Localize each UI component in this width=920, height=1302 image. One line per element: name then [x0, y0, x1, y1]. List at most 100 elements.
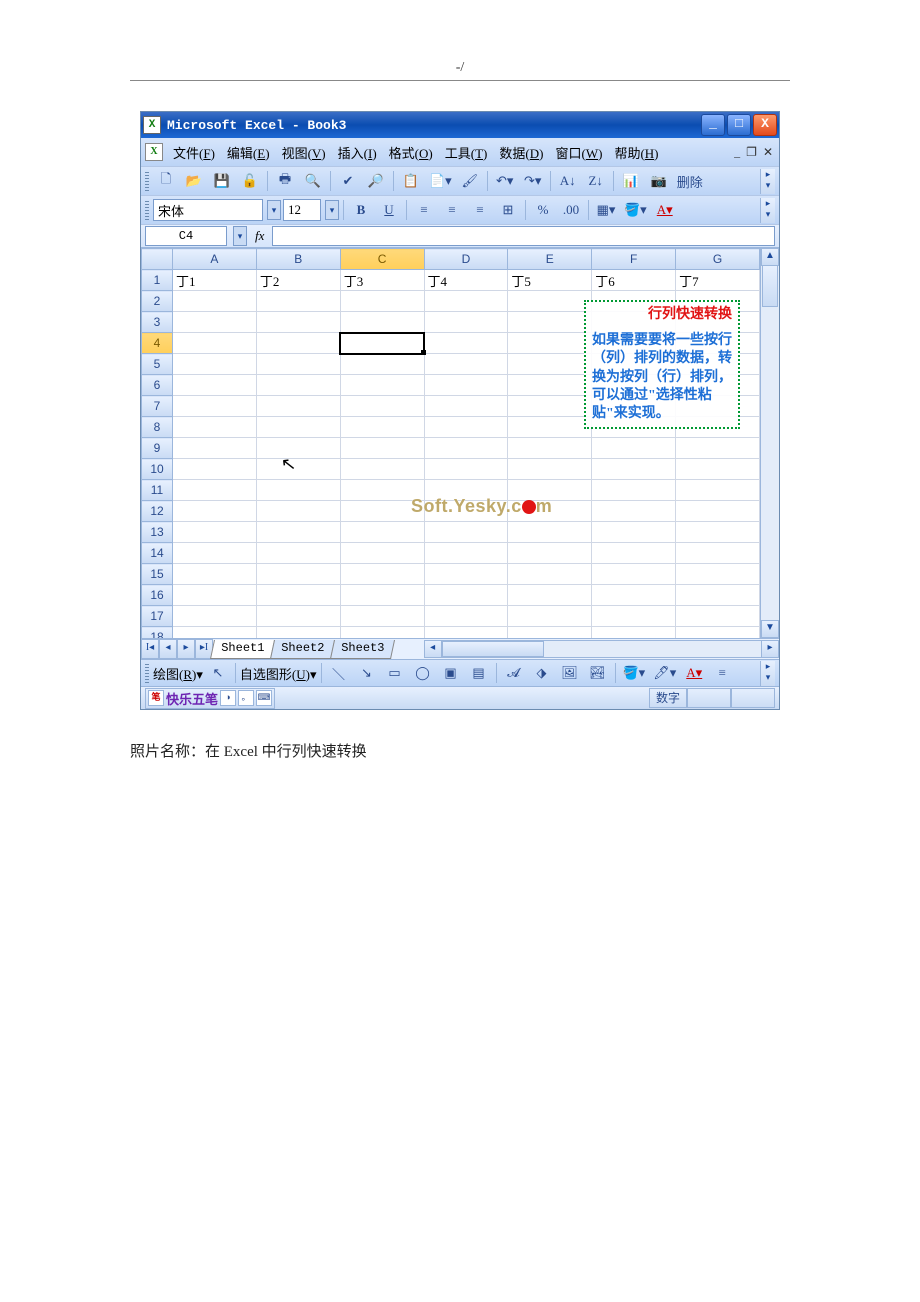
undo-icon[interactable]: ↶▾ [492, 170, 518, 192]
cell-F16[interactable] [592, 585, 676, 606]
row-header-12[interactable]: 12 [142, 501, 173, 522]
scroll-right-icon[interactable]: ▸ [761, 640, 779, 658]
column-header-D[interactable]: D [424, 249, 508, 270]
toolbar-overflow-icon[interactable]: ▸▾ [760, 169, 775, 194]
cell-C14[interactable] [340, 543, 424, 564]
new-icon[interactable]: 🗋 [153, 170, 179, 192]
cell-B11[interactable] [256, 480, 340, 501]
cell-A1[interactable]: 丁1 [173, 270, 257, 291]
ime-indicator[interactable]: 笔 快乐五笔 ◑ 。 ⌨ [145, 688, 275, 709]
row-header-6[interactable]: 6 [142, 375, 173, 396]
scroll-thumb[interactable] [762, 265, 778, 307]
row-header-5[interactable]: 5 [142, 354, 173, 375]
cell-E6[interactable] [508, 375, 592, 396]
underline-icon[interactable]: U [376, 199, 402, 221]
font-color-icon[interactable]: A▾ [681, 662, 707, 684]
picture-icon[interactable]: 🏞 [585, 662, 611, 684]
row-header-4[interactable]: 4 [142, 333, 173, 354]
cell-D4[interactable] [424, 333, 508, 354]
align-right-icon[interactable]: ≡ [467, 199, 493, 221]
cell-C1[interactable]: 丁3 [340, 270, 424, 291]
cell-C8[interactable] [340, 417, 424, 438]
align-left-icon[interactable]: ≡ [411, 199, 437, 221]
cell-B3[interactable] [256, 312, 340, 333]
ime-keyboard-icon[interactable]: ⌨ [256, 690, 272, 706]
sort-desc-icon[interactable]: Z↓ [583, 170, 609, 192]
cell-G18[interactable] [676, 627, 760, 639]
sheet-tab-Sheet2[interactable]: Sheet2 [270, 640, 335, 659]
row-header-3[interactable]: 3 [142, 312, 173, 333]
menu-帮助[interactable]: 帮助(H) [608, 139, 664, 166]
menu-数据[interactable]: 数据(D) [493, 139, 549, 166]
menu-文件[interactable]: 文件(F) [167, 139, 221, 166]
cell-C17[interactable] [340, 606, 424, 627]
column-header-A[interactable]: A [173, 249, 257, 270]
print-preview-icon[interactable]: 🔍 [300, 170, 326, 192]
menu-格式[interactable]: 格式(O) [383, 139, 439, 166]
oval-icon[interactable]: ◯ [410, 662, 436, 684]
cell-F18[interactable] [592, 627, 676, 639]
cell-E8[interactable] [508, 417, 592, 438]
copy-icon[interactable]: 📋 [398, 170, 424, 192]
cell-A14[interactable] [173, 543, 257, 564]
cell-G14[interactable] [676, 543, 760, 564]
cell-D18[interactable] [424, 627, 508, 639]
cell-B4[interactable] [256, 333, 340, 354]
cell-A18[interactable] [173, 627, 257, 639]
vertical-textbox-icon[interactable]: ▤ [466, 662, 492, 684]
row-header-15[interactable]: 15 [142, 564, 173, 585]
cell-D3[interactable] [424, 312, 508, 333]
cell-G9[interactable] [676, 438, 760, 459]
cell-C5[interactable] [340, 354, 424, 375]
cell-F11[interactable] [592, 480, 676, 501]
cell-F9[interactable] [592, 438, 676, 459]
row-header-7[interactable]: 7 [142, 396, 173, 417]
cell-C10[interactable] [340, 459, 424, 480]
row-header-2[interactable]: 2 [142, 291, 173, 312]
tab-next-icon[interactable]: ▸ [177, 639, 195, 659]
row-header-1[interactable]: 1 [142, 270, 173, 291]
cell-D2[interactable] [424, 291, 508, 312]
cell-B15[interactable] [256, 564, 340, 585]
name-box[interactable]: C4 [145, 226, 227, 246]
cell-D8[interactable] [424, 417, 508, 438]
merge-center-icon[interactable]: ⊞ [495, 199, 521, 221]
cell-F1[interactable]: 丁6 [592, 270, 676, 291]
cell-C16[interactable] [340, 585, 424, 606]
select-all-corner[interactable] [142, 249, 173, 270]
format-painter-icon[interactable]: 🖌 [457, 170, 483, 192]
open-icon[interactable]: 📂 [181, 170, 207, 192]
menu-视图[interactable]: 视图(V) [276, 139, 332, 166]
cell-E7[interactable] [508, 396, 592, 417]
tab-prev-icon[interactable]: ◂ [159, 639, 177, 659]
cell-C2[interactable] [340, 291, 424, 312]
cell-D6[interactable] [424, 375, 508, 396]
select-arrow-icon[interactable]: ↖ [205, 662, 231, 684]
cell-E3[interactable] [508, 312, 592, 333]
arrow-icon[interactable]: ↘ [354, 662, 380, 684]
font-name-dropdown-icon[interactable]: ▾ [267, 200, 281, 220]
redo-icon[interactable]: ↷▾ [520, 170, 546, 192]
cell-D5[interactable] [424, 354, 508, 375]
cell-C3[interactable] [340, 312, 424, 333]
font-size-dropdown-icon[interactable]: ▾ [325, 200, 339, 220]
cell-B13[interactable] [256, 522, 340, 543]
cell-A4[interactable] [173, 333, 257, 354]
cell-E13[interactable] [508, 522, 592, 543]
autoshapes-menu[interactable]: 自选图形(U)▾ [240, 664, 317, 683]
cell-B5[interactable] [256, 354, 340, 375]
rectangle-icon[interactable]: ▭ [382, 662, 408, 684]
cell-A17[interactable] [173, 606, 257, 627]
column-header-C[interactable]: C [340, 249, 424, 270]
cell-E16[interactable] [508, 585, 592, 606]
cell-F14[interactable] [592, 543, 676, 564]
cell-D9[interactable] [424, 438, 508, 459]
name-box-dropdown-icon[interactable]: ▾ [233, 226, 247, 246]
sort-asc-icon[interactable]: A↓ [555, 170, 581, 192]
cell-A13[interactable] [173, 522, 257, 543]
fill-color-icon[interactable]: 🪣▾ [620, 662, 649, 684]
wordart-icon[interactable]: 𝓐 [501, 662, 527, 684]
row-header-13[interactable]: 13 [142, 522, 173, 543]
cell-G1[interactable]: 丁7 [676, 270, 760, 291]
cell-E2[interactable] [508, 291, 592, 312]
